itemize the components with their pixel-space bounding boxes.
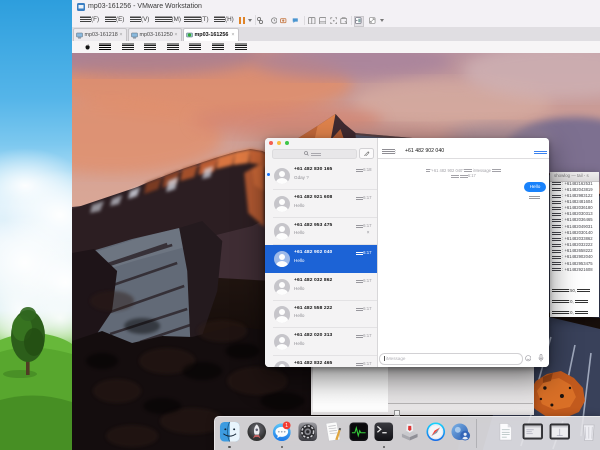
svg-text:1: 1 — [285, 423, 288, 429]
